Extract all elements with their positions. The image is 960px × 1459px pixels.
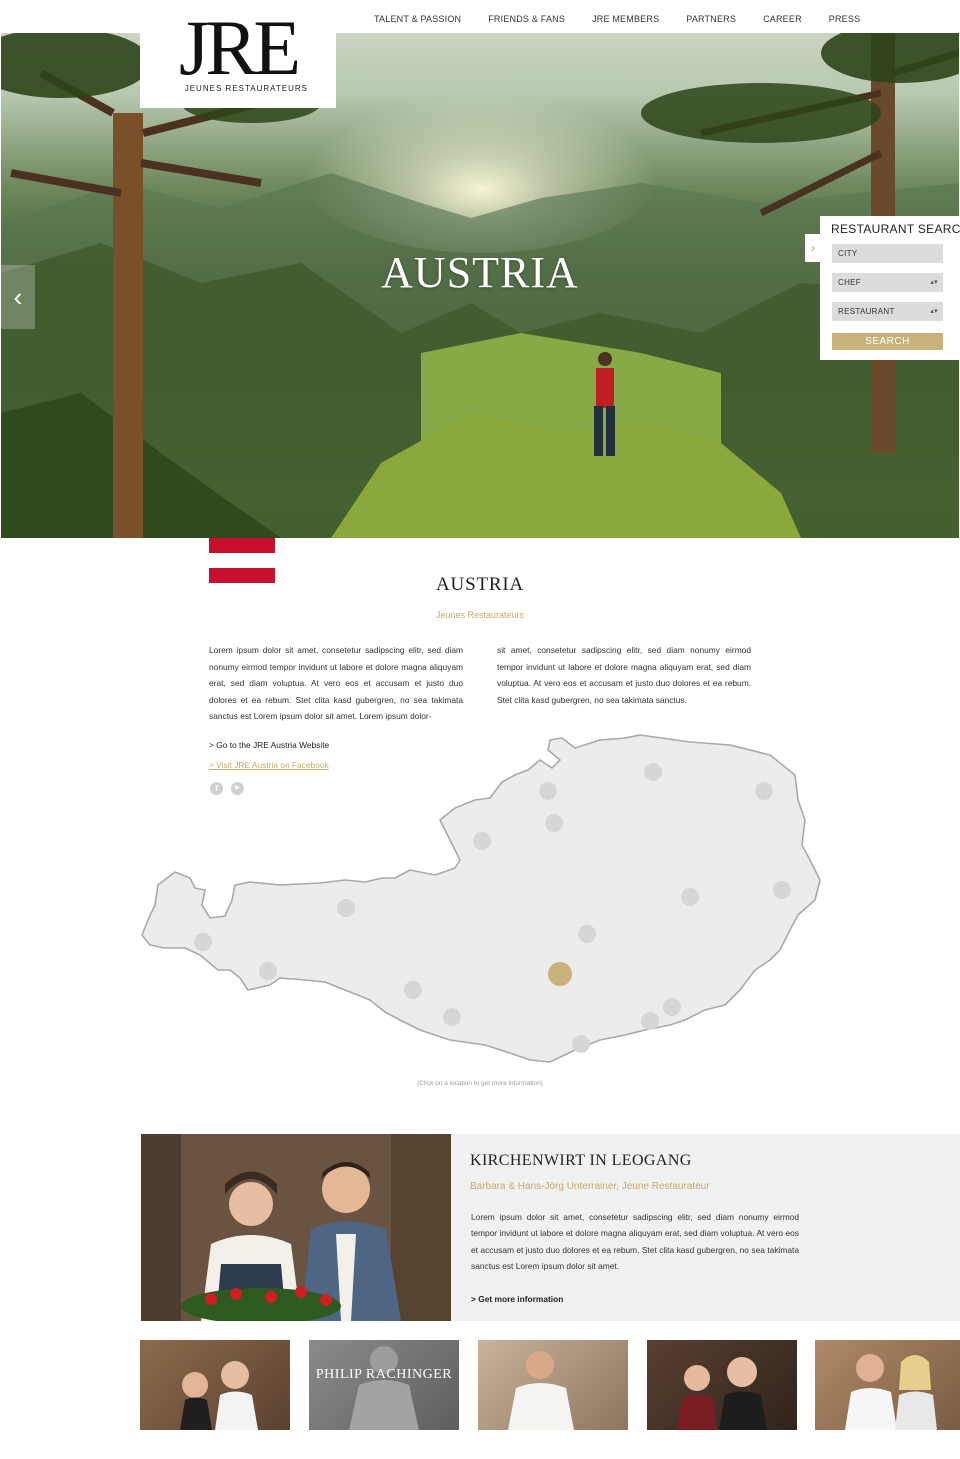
map-location-marker[interactable] (259, 962, 277, 980)
featured-photo[interactable] (141, 1134, 451, 1321)
member-thumbnail[interactable] (478, 1340, 628, 1430)
member-thumbnail-art (508, 1351, 574, 1430)
map-location-marker[interactable] (578, 925, 596, 943)
map-location-marker[interactable] (644, 763, 662, 781)
nav-press[interactable]: PRESS (829, 14, 861, 24)
country-title: AUSTRIA (436, 574, 524, 595)
intro-text-col-1: Lorem ipsum dolor sit amet, consetetur s… (209, 645, 463, 722)
logo-subtitle: JEUNES RESTAURATEURS (184, 84, 308, 93)
city-input-placeholder: CITY (838, 249, 858, 258)
member-thumbnail[interactable] (815, 1340, 960, 1430)
restaurant-search-panel: RESTAURANT SEARCH CITY CHEF ▴▾ RESTAURAN… (820, 216, 960, 360)
chevron-right-icon[interactable]: › (805, 234, 821, 262)
featured-text: Lorem ipsum dolor sit amet, consetetur s… (471, 1212, 799, 1272)
nav-talent-passion[interactable]: TALENT & PASSION (374, 14, 461, 24)
intro-text-col-2: sit amet, consetetur sadipscing elitr, s… (497, 645, 751, 705)
logo-mark: JRE (178, 4, 301, 91)
member-thumbnail-art (677, 1357, 767, 1430)
jre-logo[interactable]: JRE JEUNES RESTAURATEURS (140, 0, 336, 108)
select-arrows-icon: ▴▾ (930, 279, 938, 286)
country-subtitle: Jeunes Restaurateurs (435, 610, 525, 620)
map-location-marker[interactable] (545, 814, 563, 832)
member-thumbnail[interactable] (140, 1340, 290, 1430)
map-location-marker[interactable] (641, 1012, 659, 1030)
restaurant-select[interactable]: RESTAURANT ▴▾ (832, 302, 943, 321)
map-location-marker[interactable] (572, 1035, 590, 1053)
nav-partners[interactable]: PARTNERS (686, 14, 736, 24)
select-arrows-icon: ▴▾ (930, 308, 938, 315)
chevron-left-icon[interactable]: ‹ (1, 265, 35, 329)
featured-more-link[interactable]: > Get more information (471, 1294, 563, 1304)
chef-select[interactable]: CHEF ▴▾ (832, 273, 943, 292)
hero-image: AUSTRIA ‹ (1, 33, 959, 538)
thumbnail-caption: PHILIP RACHINGER (315, 1367, 453, 1382)
nav-career[interactable]: CAREER (763, 14, 802, 24)
featured-photo-art (141, 1134, 451, 1321)
main-nav: TALENT & PASSION FRIENDS & FANS JRE MEMB… (374, 14, 887, 24)
austria-map-shape (141, 734, 821, 1063)
member-thumbnail-art (349, 1346, 419, 1430)
nav-friends-fans[interactable]: FRIENDS & FANS (488, 14, 565, 24)
map-location-marker[interactable] (681, 888, 699, 906)
austria-map (141, 734, 821, 1063)
map-location-marker[interactable] (443, 1008, 461, 1026)
restaurant-select-value: RESTAURANT (838, 307, 895, 316)
featured-title: KIRCHENWIRT IN LEOGANG (470, 1152, 692, 1169)
city-input[interactable]: CITY (832, 244, 943, 263)
search-title: RESTAURANT SEARCH (831, 222, 960, 236)
map-location-marker[interactable] (337, 899, 355, 917)
map-location-marker[interactable] (773, 881, 791, 899)
member-thumbnail-art (180, 1361, 258, 1430)
map-location-marker[interactable] (473, 832, 491, 850)
member-thumbnail-art (845, 1354, 937, 1430)
map-location-marker[interactable] (404, 981, 422, 999)
map-location-marker[interactable] (663, 998, 681, 1016)
search-button[interactable]: SEARCH (832, 333, 943, 350)
member-thumbnail[interactable] (647, 1340, 797, 1430)
nav-jre-members[interactable]: JRE MEMBERS (592, 14, 659, 24)
map-hint: (Click on a location to get more informa… (417, 1080, 543, 1087)
map-location-marker[interactable] (194, 933, 212, 951)
featured-subtitle: Barbara & Hans-Jörg Unterrainer, Jeune R… (470, 1181, 710, 1192)
member-thumbnail[interactable]: PHILIP RACHINGER (309, 1340, 459, 1430)
map-location-marker[interactable] (539, 782, 557, 800)
map-location-marker[interactable] (755, 782, 773, 800)
map-location-marker-active[interactable] (548, 962, 572, 986)
chef-select-value: CHEF (838, 278, 861, 287)
